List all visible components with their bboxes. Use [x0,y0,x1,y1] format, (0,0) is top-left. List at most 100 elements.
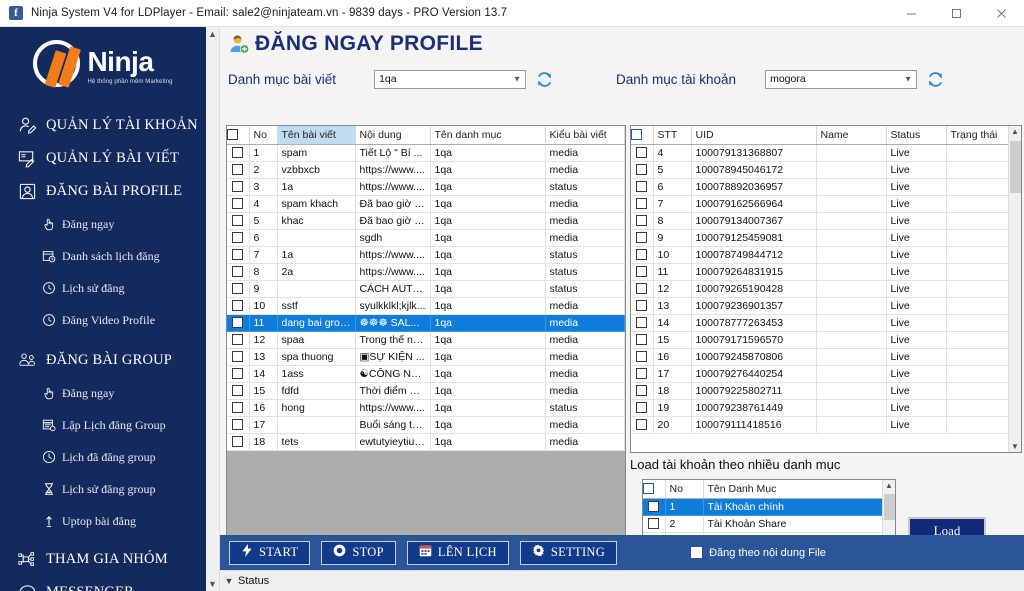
row-checkbox[interactable] [636,232,648,244]
row-checkbox-cell[interactable] [631,144,654,162]
row-checkbox-cell[interactable] [227,212,250,230]
row-checkbox-cell[interactable] [631,331,654,349]
row-checkbox-cell[interactable] [631,280,654,298]
close-button[interactable] [979,0,1024,27]
row-checkbox[interactable] [232,351,244,363]
posts-col-no[interactable]: No [249,126,278,145]
table-row[interactable]: 18 100079225802711 Live [631,382,1021,400]
load-select-all-header[interactable] [643,480,666,499]
row-checkbox[interactable] [232,249,244,261]
row-checkbox-cell[interactable] [631,195,654,213]
scroll-thumb[interactable] [1010,141,1021,193]
table-row[interactable]: 10 sstf syulkklkl;kjlk... 1qa media [227,297,625,315]
row-checkbox[interactable] [636,385,648,397]
row-checkbox-cell[interactable] [227,382,250,400]
row-checkbox[interactable] [232,334,244,346]
table-row[interactable]: 1 spam Tiết Lộ " Bí ... 1qa media [227,144,625,162]
row-checkbox-cell[interactable] [227,178,250,196]
table-row[interactable]: 12 spaa Trong thế nà... 1qa media [227,331,625,349]
table-row[interactable]: 1 Tài Khoản chính [643,498,895,516]
chevron-down-icon[interactable]: ▼ [220,576,238,586]
minimize-button[interactable] [889,0,934,27]
row-checkbox-cell[interactable] [631,263,654,281]
table-row[interactable]: 9 100079125459081 Live [631,229,1021,247]
table-row[interactable]: 16 100079245870806 Live [631,348,1021,366]
row-checkbox-cell[interactable] [643,515,666,533]
posts-col-ten-bai-viet[interactable]: Tên bài viết [277,126,356,145]
row-checkbox-cell[interactable] [227,161,250,179]
table-row[interactable]: 2 Tài Khoản Share [643,515,895,533]
row-checkbox[interactable] [636,164,648,176]
table-row[interactable]: 17 Buổi sáng tại... 1qa media [227,416,625,434]
table-row[interactable]: 5 100078945046172 Live [631,161,1021,179]
row-checkbox[interactable] [636,147,648,159]
row-checkbox[interactable] [636,181,648,193]
refresh-posts-icon[interactable] [535,70,554,89]
posts-col-ten-danh-muc[interactable]: Tên danh mục [430,126,546,145]
posts-col-kieu-bai-viet[interactable]: Kiểu bài viết [545,126,625,145]
row-checkbox-cell[interactable] [227,399,250,417]
row-checkbox[interactable] [232,215,244,227]
row-checkbox-cell[interactable] [631,212,654,230]
load-col-ten-danh-muc[interactable]: Tên Danh Mục [703,480,895,499]
row-checkbox-cell[interactable] [227,280,250,298]
row-checkbox[interactable] [636,419,648,431]
row-checkbox[interactable] [232,317,244,329]
start-button[interactable]: START [229,540,311,565]
table-row[interactable]: 16 hong https://www.... 1qa status [227,399,625,417]
sidebar-item-dang-ngay-group[interactable]: Đăng ngay [0,377,206,409]
row-checkbox[interactable] [648,501,660,513]
row-checkbox[interactable] [232,198,244,210]
row-checkbox[interactable] [232,181,244,193]
table-row[interactable]: 2 vzbbxcb https://www.... 1qa media [227,161,625,179]
load-col-no[interactable]: No [665,480,704,499]
table-row[interactable]: 9 CÁCH AUTO ... 1qa status [227,280,625,298]
row-checkbox[interactable] [232,368,244,380]
table-row[interactable]: 11 100079264831915 Live [631,263,1021,281]
table-row[interactable]: 14 1ass ☯CÔNG NGH... 1qa media [227,365,625,383]
table-row[interactable]: 11 dang bai groups ☸☸☸ SAL... 1qa media [227,314,625,332]
row-checkbox[interactable] [232,300,244,312]
table-row[interactable]: 20 100079111418516 Live [631,416,1021,434]
setting-button[interactable]: SETTING [519,540,618,565]
table-row[interactable]: 4 100079131368807 Live [631,144,1021,162]
accounts-col-name[interactable]: Name [816,126,887,145]
row-checkbox-cell[interactable] [631,314,654,332]
sidebar-item-danh-sach-lich-dang[interactable]: Danh sách lịch đăng [0,240,206,272]
row-checkbox-cell[interactable] [631,178,654,196]
row-checkbox-cell[interactable] [227,433,250,451]
row-checkbox[interactable] [636,317,648,329]
row-checkbox-cell[interactable] [227,365,250,383]
post-category-select[interactable]: 1qa ▼ [374,69,527,89]
row-checkbox[interactable] [636,300,648,312]
row-checkbox[interactable] [636,351,648,363]
row-checkbox[interactable] [636,198,648,210]
row-checkbox[interactable] [232,436,244,448]
table-row[interactable]: 3 1a https://www.... 1qa status [227,178,625,196]
row-checkbox-cell[interactable] [631,229,654,247]
sidebar-item-lap-lich-dang-group[interactable]: Lập Lịch đăng Group [0,409,206,441]
row-checkbox[interactable] [232,385,244,397]
row-checkbox-cell[interactable] [227,263,250,281]
table-row[interactable]: 17 100079276440254 Live [631,365,1021,383]
posts-grid[interactable]: No Tên bài viết Nội dung Tên danh mục Ki… [226,125,626,557]
table-row[interactable]: 18 tets ewtutyieytiuoi... 1qa media [227,433,625,451]
row-checkbox[interactable] [232,419,244,431]
posts-col-noi-dung[interactable]: Nội dung [355,126,431,145]
schedule-button[interactable]: LÊN LỊCH [406,540,509,565]
post-by-file-checkbox[interactable]: Đăng theo nội dung File [691,547,826,559]
row-checkbox[interactable] [636,368,648,380]
table-row[interactable]: 7 100079162566964 Live [631,195,1021,213]
row-checkbox-cell[interactable] [631,161,654,179]
select-all-checkbox[interactable] [227,129,238,141]
table-row[interactable]: 4 spam khach Đã bao giờ b... 1qa media [227,195,625,213]
sidebar-item-lich-su-dang[interactable]: Lịch sử đăng [0,272,206,304]
row-checkbox-cell[interactable] [631,365,654,383]
row-checkbox[interactable] [636,283,648,295]
select-all-checkbox[interactable] [643,483,654,495]
checkbox-box[interactable] [691,547,703,558]
account-category-select[interactable]: mogora ▼ [765,69,918,89]
row-checkbox-cell[interactable] [227,331,250,349]
sidebar-item-dang-ngay-profile[interactable]: Đăng ngay [0,208,206,240]
table-row[interactable]: 5 khac Đã bao giờ b... 1qa media [227,212,625,230]
